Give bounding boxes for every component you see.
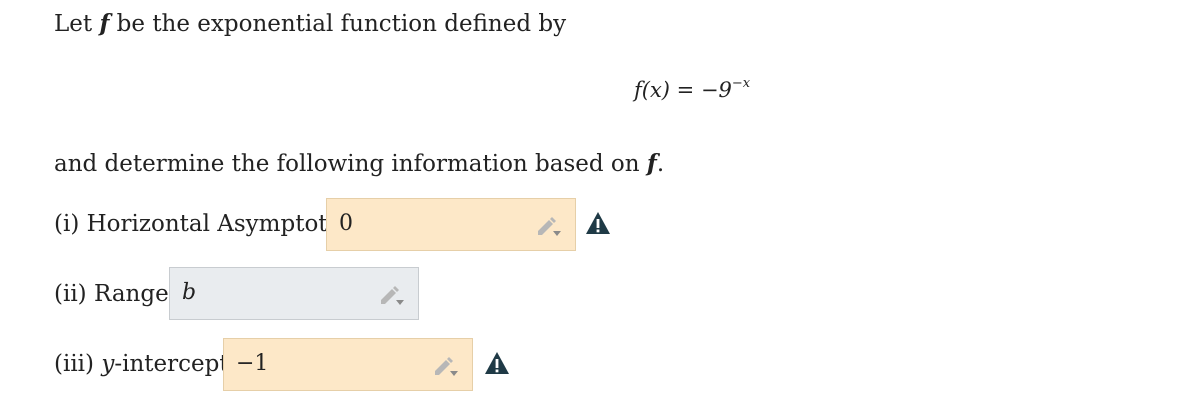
instruction-prefix: and determine the following information …: [54, 151, 647, 177]
range-input[interactable]: b: [169, 267, 419, 320]
warning-triangle-icon: [586, 212, 610, 234]
y-intercept-label-var: y: [101, 351, 115, 377]
pencil-dropdown-icon[interactable]: [535, 215, 561, 237]
y-intercept-label-prefix: (iii): [54, 351, 102, 377]
intro-text: Let f be the exponential function define…: [54, 10, 566, 37]
question-range-label: (ii) Range:: [54, 281, 177, 307]
question-y-intercept-label: (iii) y-intercept:: [54, 351, 236, 377]
intro-function-var: f: [99, 10, 110, 37]
warning-triangle-icon: [485, 352, 509, 374]
y-intercept-input[interactable]: −1: [223, 338, 473, 391]
formula-lhs: f(x) = −9: [634, 78, 732, 102]
question-horizontal-asymptote-label: (i) Horizontal Asymptote:: [54, 211, 349, 237]
formula-exponent: −x: [731, 76, 751, 91]
pencil-dropdown-icon[interactable]: [378, 284, 404, 306]
function-formula: f(x) = −9−x: [634, 76, 751, 102]
instruction-suffix: .: [656, 151, 665, 177]
pencil-dropdown-icon[interactable]: [432, 355, 458, 377]
instruction-function-var: f: [646, 150, 657, 177]
intro-prefix: Let: [54, 11, 100, 37]
range-value: b: [182, 280, 197, 305]
horizontal-asymptote-value: 0: [339, 211, 353, 236]
intro-suffix: be the exponential function defined by: [109, 11, 567, 37]
y-intercept-value: −1: [236, 351, 269, 376]
y-intercept-label-suffix: -intercept:: [114, 351, 237, 377]
instruction-text: and determine the following information …: [54, 150, 664, 177]
horizontal-asymptote-input[interactable]: 0: [326, 198, 576, 251]
